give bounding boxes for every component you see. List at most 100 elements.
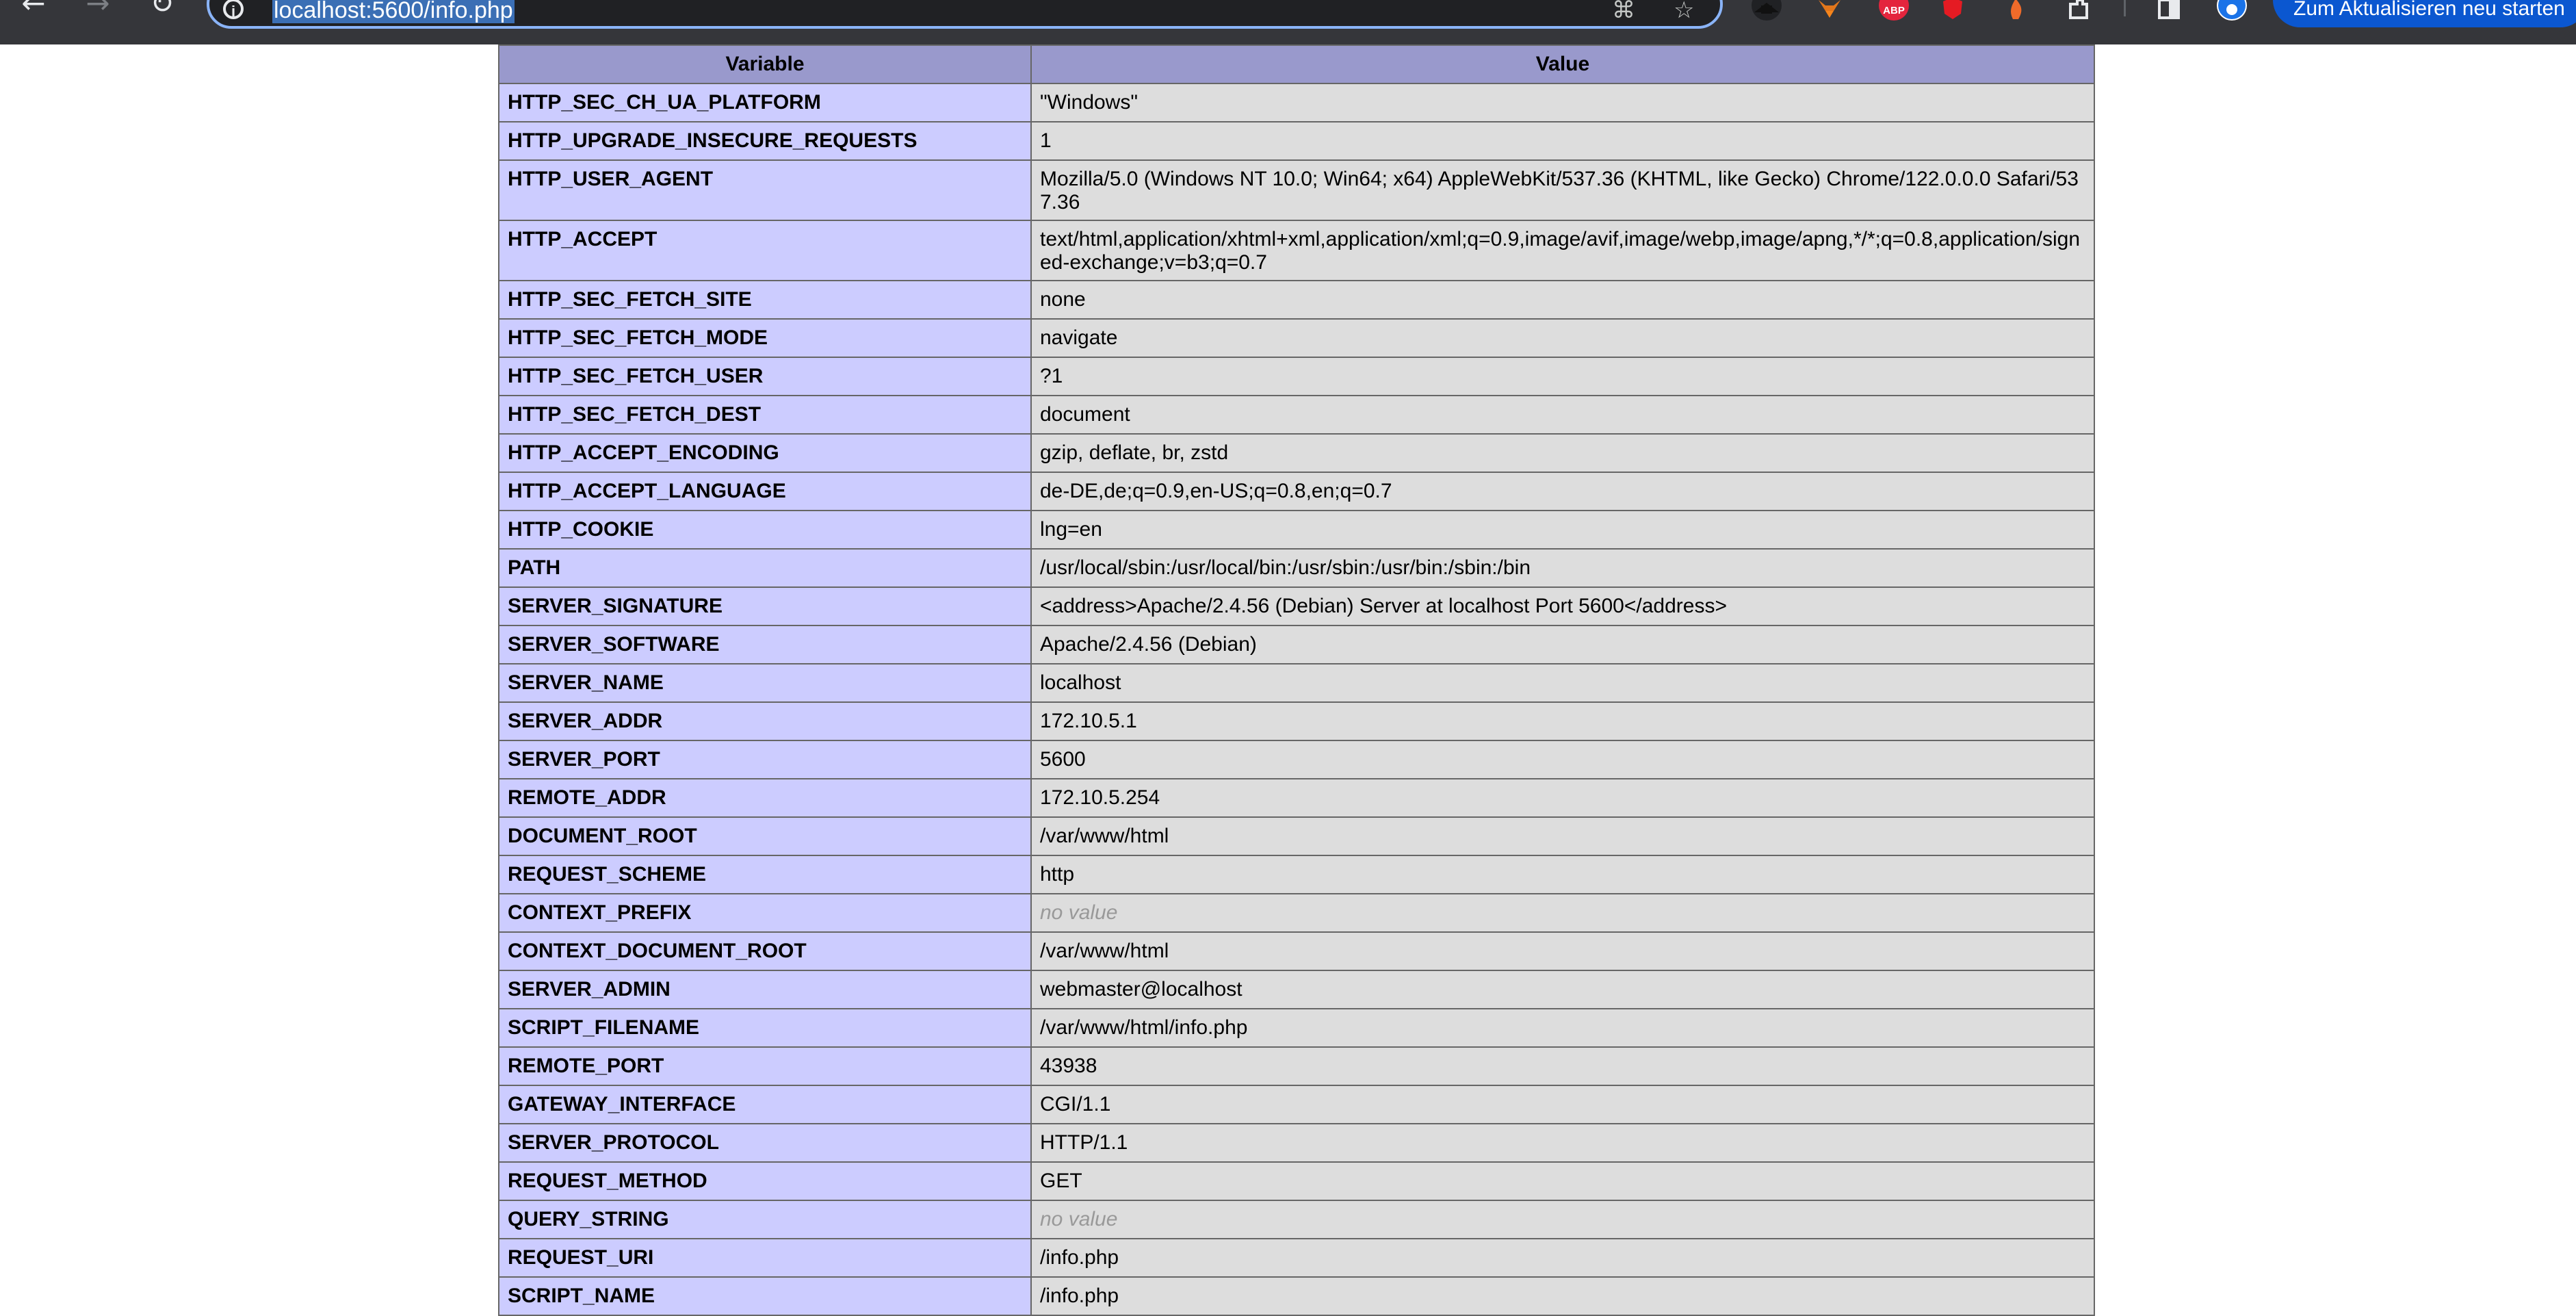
table-row: QUERY_STRING no value <box>498 1200 2095 1239</box>
variable-name-cell: QUERY_STRING <box>498 1200 1032 1239</box>
table-row: SERVER_NAME localhost <box>498 663 2095 703</box>
table-row: REQUEST_METHOD GET <box>498 1161 2095 1201</box>
table-row: SERVER_PORT 5600 <box>498 740 2095 779</box>
variable-value-cell: CGI/1.1 <box>1030 1085 2095 1124</box>
puzzle-extensions-icon[interactable] <box>2064 0 2094 21</box>
variable-value-cell: webmaster@localhost <box>1030 970 2095 1009</box>
table-row: CONTEXT_PREFIX no value <box>498 893 2095 933</box>
variable-value-cell: "Windows" <box>1030 83 2095 122</box>
table-row: HTTP_USER_AGENT Mozilla/5.0 (Windows NT 1… <box>498 159 2095 221</box>
update-button-label: Zum Aktualisieren neu starten <box>2293 0 2565 20</box>
variable-value-cell: Apache/2.4.56 (Debian) <box>1030 625 2095 665</box>
variable-name-cell: DOCUMENT_ROOT <box>498 816 1032 856</box>
table-row: HTTP_ACCEPT_LANGUAGE de-DE,de;q=0.9,en-US… <box>498 472 2095 511</box>
variable-value-cell: document <box>1030 395 2095 435</box>
variable-name-cell: SCRIPT_NAME <box>498 1276 1032 1316</box>
variable-value-cell: HTTP/1.1 <box>1030 1123 2095 1163</box>
variable-name-cell: SERVER_PROTOCOL <box>498 1123 1032 1163</box>
table-row: REQUEST_SCHEME http <box>498 855 2095 894</box>
variable-name-cell: REMOTE_PORT <box>498 1046 1032 1086</box>
variable-value-cell: http <box>1030 855 2095 894</box>
variable-value-cell: text/html,application/xhtml+xml,applicat… <box>1030 220 2095 281</box>
variable-name-cell: SCRIPT_FILENAME <box>498 1008 1032 1048</box>
flame-extension-icon[interactable] <box>2001 0 2031 21</box>
variable-value-cell: /var/www/html/info.php <box>1030 1008 2095 1048</box>
variable-name-cell: SERVER_SOFTWARE <box>498 625 1032 665</box>
table-row: DOCUMENT_ROOT/var/www/html <box>498 816 2095 856</box>
variable-value-cell: localhost <box>1030 663 2095 703</box>
variable-name-cell: SERVER_PORT <box>498 740 1032 779</box>
restart-to-update-button[interactable]: Zum Aktualisieren neu starten <box>2273 0 2576 27</box>
variable-value-cell: 172.10.5.1 <box>1030 701 2095 741</box>
table-row: HTTP_SEC_FETCH_USER ?1 <box>498 357 2095 396</box>
variable-value-cell: GET <box>1030 1161 2095 1201</box>
variable-value-cell: lng=en <box>1030 510 2095 550</box>
variable-name-cell: REMOTE_ADDR <box>498 778 1032 818</box>
variable-name-cell: HTTP_SEC_FETCH_USER <box>498 357 1032 396</box>
variable-name-cell: HTTP_ACCEPT <box>498 220 1032 281</box>
variable-name-cell: GATEWAY_INTERFACE <box>498 1085 1032 1124</box>
table-row: REQUEST_URI/info.php <box>498 1238 2095 1278</box>
table-row: REMOTE_PORT 43938 <box>498 1046 2095 1086</box>
table-row: HTTP_SEC_FETCH_SITE none <box>498 280 2095 320</box>
page-content: Variable Value HTTP_SEC_CH_UA_PLATFORM "W… <box>0 44 2576 1316</box>
site-info-icon[interactable]: i <box>223 0 244 20</box>
table-row: SERVER_ADDR 172.10.5.1 <box>498 701 2095 741</box>
table-row: HTTP_SEC_CH_UA_PLATFORM "Windows" <box>498 83 2095 122</box>
url-text[interactable]: localhost:5600/info.php <box>272 0 515 23</box>
side-panel-icon[interactable] <box>2154 0 2184 21</box>
variable-value-cell: none <box>1030 280 2095 320</box>
table-row: HTTP_ACCEPT text/html,application/xhtml+x… <box>498 220 2095 281</box>
table-row: SERVER_PROTOCOL HTTP/1.1 <box>498 1123 2095 1163</box>
table-row: SERVER_ADMIN webmaster@localhost <box>498 970 2095 1009</box>
variable-value-cell: /var/www/html <box>1030 931 2095 971</box>
variable-name-cell: HTTP_SEC_FETCH_SITE <box>498 280 1032 320</box>
back-arrow-icon[interactable]: ← <box>10 0 57 21</box>
variable-name-cell: PATH <box>498 548 1032 588</box>
variable-name-cell: REQUEST_SCHEME <box>498 855 1032 894</box>
translate-icon[interactable]: ⌘ <box>1612 0 1635 22</box>
variable-value-cell: no value <box>1030 1200 2095 1239</box>
variable-name-cell: HTTP_ACCEPT_LANGUAGE <box>498 472 1032 511</box>
table-row: SERVER_SIGNATURE <address>Apache/2.4.56 (… <box>498 586 2095 626</box>
variable-value-cell: no value <box>1030 893 2095 933</box>
table-row: CONTEXT_DOCUMENT_ROOT/var/www/html <box>498 931 2095 971</box>
variable-name-cell: HTTP_USER_AGENT <box>498 159 1032 221</box>
table-body: HTTP_SEC_CH_UA_PLATFORM "Windows" HTTP_UPG… <box>498 83 2095 1316</box>
variable-value-cell: navigate <box>1030 318 2095 358</box>
variable-value-cell: /usr/local/sbin:/usr/local/bin:/usr/sbin… <box>1030 548 2095 588</box>
variable-value-cell: gzip, deflate, br, zstd <box>1030 433 2095 473</box>
shield-extension-icon[interactable] <box>1938 0 1968 21</box>
table-row: SCRIPT_FILENAME/var/www/html/info.php <box>498 1008 2095 1048</box>
table-row: HTTP_SEC_FETCH_MODE navigate <box>498 318 2095 358</box>
variable-value-cell: ?1 <box>1030 357 2095 396</box>
table-row: HTTP_COOKIE lng=en <box>498 510 2095 550</box>
table-row: HTTP_SEC_FETCH_DEST document <box>498 395 2095 435</box>
variable-name-cell: HTTP_UPGRADE_INSECURE_REQUESTS <box>498 121 1032 161</box>
table-row: SCRIPT_NAME/info.php <box>498 1276 2095 1316</box>
browser-toolbar: ← → ↻ i localhost:5600/info.php ⌘ ☆ ABP … <box>0 0 2576 44</box>
variable-value-cell: /info.php <box>1030 1238 2095 1278</box>
address-bar[interactable]: i localhost:5600/info.php ⌘ ☆ <box>207 0 1723 29</box>
table-header-row: Variable Value <box>498 44 2095 84</box>
reload-icon[interactable]: ↻ <box>138 0 186 21</box>
variable-value-cell: <address>Apache/2.4.56 (Debian) Server a… <box>1030 586 2095 626</box>
table-row: SERVER_SOFTWARE Apache/2.4.56 (Debian) <box>498 625 2095 665</box>
forward-arrow-icon[interactable]: → <box>74 0 122 21</box>
variable-name-cell: SERVER_ADMIN <box>498 970 1032 1009</box>
adblock-plus-icon[interactable]: ABP <box>1879 0 1909 21</box>
environment-table: Variable Value HTTP_SEC_CH_UA_PLATFORM "W… <box>498 44 2095 1316</box>
profile-avatar-icon[interactable] <box>2217 0 2247 21</box>
table-row: GATEWAY_INTERFACE CGI/1.1 <box>498 1085 2095 1124</box>
extension-hat-icon[interactable] <box>1752 0 1782 21</box>
variable-name-cell: CONTEXT_PREFIX <box>498 893 1032 933</box>
bookmark-star-icon[interactable]: ☆ <box>1674 0 1694 22</box>
variable-value-cell: 43938 <box>1030 1046 2095 1086</box>
variable-name-cell: HTTP_ACCEPT_ENCODING <box>498 433 1032 473</box>
variable-name-cell: SERVER_ADDR <box>498 701 1032 741</box>
metamask-fox-icon[interactable] <box>1814 0 1845 21</box>
variable-name-cell: HTTP_SEC_CH_UA_PLATFORM <box>498 83 1032 122</box>
variable-name-cell: REQUEST_URI <box>498 1238 1032 1278</box>
variable-value-cell: de-DE,de;q=0.9,en-US;q=0.8,en;q=0.7 <box>1030 472 2095 511</box>
variable-value-cell: 1 <box>1030 121 2095 161</box>
